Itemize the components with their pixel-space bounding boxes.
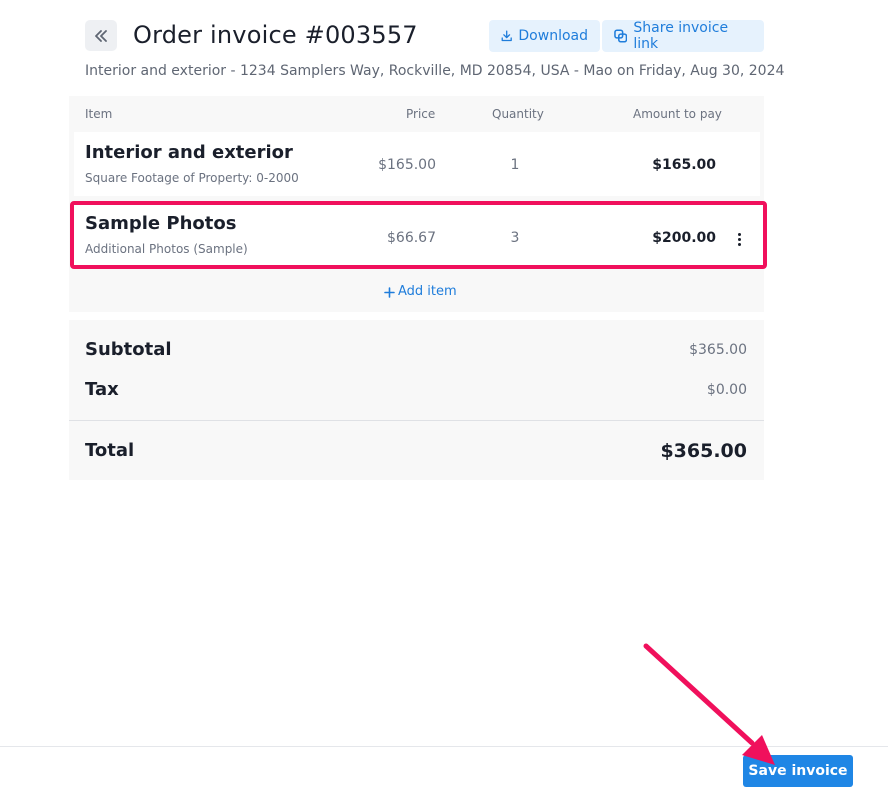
subtotal-label: Subtotal (85, 339, 172, 360)
share-label: Share invoice link (633, 20, 729, 52)
save-invoice-button[interactable]: Save invoice (743, 755, 853, 787)
column-header-price: Price (406, 107, 436, 121)
link-icon (614, 29, 628, 43)
back-button[interactable] (85, 20, 117, 51)
download-button[interactable]: Download (489, 20, 600, 52)
item-quantity: 3 (510, 230, 520, 246)
table-row-highlighted[interactable]: Sample Photos Additional Photos (Sample)… (70, 201, 767, 269)
plus-icon (384, 286, 395, 298)
item-description: Additional Photos (Sample) (85, 242, 248, 256)
item-quantity: 1 (510, 157, 520, 173)
totals-summary: Subtotal $365.00 Tax $0.00 Total $365.00 (69, 320, 764, 480)
column-header-item: Item (85, 107, 113, 121)
item-name: Interior and exterior (85, 142, 293, 163)
more-options-icon[interactable] (732, 230, 746, 248)
item-amount: $200.00 (652, 230, 716, 246)
page-title: Order invoice #003557 (133, 21, 418, 49)
tax-label: Tax (85, 379, 119, 400)
item-name: Sample Photos (85, 213, 237, 234)
item-amount: $165.00 (652, 157, 716, 173)
double-chevron-left-icon (95, 29, 107, 42)
column-header-amount: Amount to pay (633, 107, 722, 121)
tax-value: $0.00 (706, 382, 747, 398)
line-items-table: Item Price Quantity Amount to pay Interi… (69, 96, 767, 312)
item-description: Square Footage of Property: 0-2000 (85, 171, 299, 185)
total-label: Total (85, 440, 135, 461)
item-price: $165.00 (378, 157, 436, 173)
download-icon (501, 30, 512, 42)
table-row[interactable]: Interior and exterior Square Footage of … (74, 132, 760, 196)
download-label: Download (518, 28, 588, 44)
column-header-quantity: Quantity (492, 107, 544, 121)
subtotal-value: $365.00 (689, 342, 747, 358)
add-item-link[interactable]: Add item (384, 284, 457, 300)
add-item-label: Add item (398, 284, 457, 299)
totals-divider (69, 420, 764, 421)
invoice-subtitle: Interior and exterior - 1234 Samplers Wa… (85, 63, 785, 79)
item-price: $66.67 (387, 230, 436, 246)
total-value: $365.00 (660, 440, 747, 462)
share-invoice-link-button[interactable]: Share invoice link (602, 20, 764, 52)
